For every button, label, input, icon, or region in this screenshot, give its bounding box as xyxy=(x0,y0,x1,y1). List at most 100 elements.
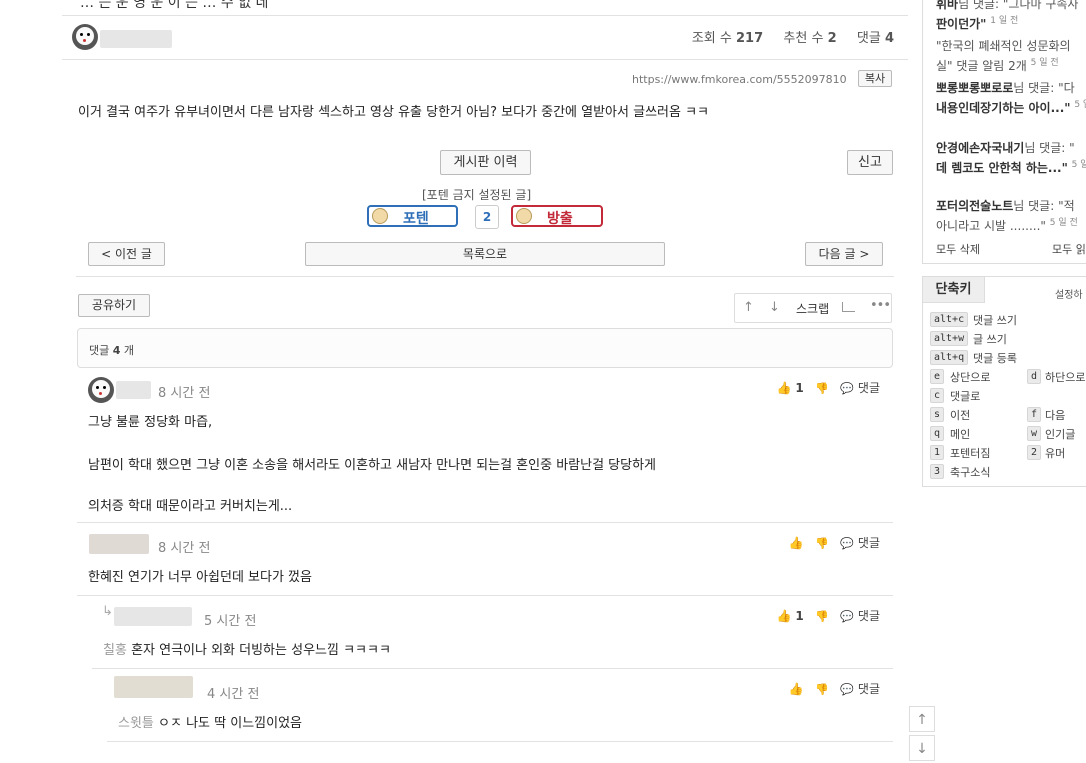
shortcut-label: 유머 xyxy=(1045,447,1066,460)
board-history-button[interactable]: 게시판 이력 xyxy=(440,150,531,175)
commenter-name-blurred[interactable] xyxy=(114,607,192,626)
mention[interactable]: 스윗틀 xyxy=(118,716,154,731)
shortcut-key: 2 xyxy=(1027,445,1042,460)
shortcut-label: 다음 xyxy=(1045,409,1066,422)
reply-arrow-icon: ↳ xyxy=(102,604,113,619)
author-name-blurred[interactable] xyxy=(100,30,172,48)
like-icon[interactable]: 👍 xyxy=(777,381,792,395)
dislike-icon[interactable]: 👎 xyxy=(815,382,829,395)
mention[interactable]: 칠홍 xyxy=(103,643,127,658)
notification-item[interactable]: "한국의 폐쇄적인 성문화의 실" 댓글 알림 2개 5 일 전 xyxy=(936,38,1071,75)
poten-vote-button[interactable]: 포텐 xyxy=(367,205,458,227)
shortcut-key: alt+w xyxy=(930,331,969,346)
comment-actions: 👍 1 👎 💬 댓글 xyxy=(777,607,880,624)
shortcut-label: 이전 xyxy=(950,409,971,422)
comment-text-line: 한혜진 연기가 너무 아쉽던데 보다가 껐음 xyxy=(88,570,312,585)
delete-all-button[interactable]: 모두 삭제 xyxy=(936,241,980,257)
share-button[interactable]: 공유하기 xyxy=(78,294,150,317)
shortcut-label: 댓글 쓰기 xyxy=(973,314,1017,327)
reply-button[interactable]: 댓글 xyxy=(858,682,880,696)
list-button[interactable]: 목록으로 xyxy=(305,242,665,266)
comment-text-line: 칠홍 혼자 연극이나 외화 더빙하는 성우느낌 ㅋㅋㅋㅋ xyxy=(103,639,391,658)
notification-text: 실" 댓글 알림 2개 xyxy=(936,59,1027,73)
views-label: 조회 수 xyxy=(691,31,732,46)
shortcut-key: alt+q xyxy=(930,350,969,365)
shortcut-key: w xyxy=(1027,426,1042,441)
reply-icon[interactable]: 💬 xyxy=(840,683,854,696)
vote-count: 2 xyxy=(475,205,499,229)
reply-button[interactable]: 댓글 xyxy=(858,536,880,550)
scrap-button[interactable]: 스크랩 xyxy=(796,300,829,317)
notification-text: "한국의 폐쇄적인 성문화의 xyxy=(936,39,1071,53)
report-button[interactable]: 신고 xyxy=(847,150,893,175)
arrow-up-icon[interactable]: ↑ xyxy=(743,300,754,315)
dislike-icon[interactable]: 👎 xyxy=(815,610,829,623)
reply-button[interactable]: 댓글 xyxy=(858,381,880,395)
chart-icon[interactable] xyxy=(842,302,855,312)
comment-text: ㅇㅈ 나도 딱 이느낌이었음 xyxy=(158,716,302,731)
commenter-avatar[interactable] xyxy=(88,377,114,403)
shortcut-key: e xyxy=(930,369,945,384)
recommend-count: 2 xyxy=(827,31,837,46)
comment-actions: 👍 👎 💬 댓글 xyxy=(789,534,880,551)
comment-count-box: 댓글 4 개 xyxy=(77,328,893,368)
like-icon[interactable]: 👍 xyxy=(789,682,804,696)
copy-url-button[interactable]: 복사 xyxy=(858,70,892,87)
comment-text-line: 남편이 학대 했으면 그냥 이혼 소송을 해서라도 이혼하고 새남자 만나면 되… xyxy=(88,458,657,473)
notification-item[interactable]: 휘바님 댓글: "그나마 구속사 판이던가" 1 일 전 xyxy=(936,0,1078,33)
reply-button[interactable]: 댓글 xyxy=(858,609,880,623)
reply-icon[interactable]: 💬 xyxy=(840,537,854,550)
notification-text: 님 댓글: "다 xyxy=(1013,81,1075,95)
commenter-name-blurred[interactable] xyxy=(116,381,151,399)
read-all-button[interactable]: 모두 읽 xyxy=(1052,241,1086,257)
commenter-name-blurred[interactable] xyxy=(114,676,193,698)
shortcut-key: q xyxy=(930,426,945,441)
notification-user: 안경에손자국내기 xyxy=(936,141,1025,155)
notification-item[interactable]: 포터의전술노트님 댓글: "적 아니라고 시발 ........" 5 일 전 xyxy=(936,198,1078,235)
prev-post-button[interactable]: < 이전 글 xyxy=(88,242,165,266)
shortcut-label: 메인 xyxy=(950,428,971,441)
shortcut-label: 상단으로 xyxy=(950,371,991,384)
shortcut-settings-link[interactable]: 설정하 xyxy=(1055,286,1083,301)
comment-actions: 👍 👎 💬 댓글 xyxy=(789,680,880,697)
post-body: 이거 결국 여주가 유부녀이면서 다른 남자랑 섹스하고 영상 유출 당한거 아… xyxy=(78,105,710,120)
like-icon[interactable]: 👍 xyxy=(789,536,804,550)
shortcut-panel: 단축키 설정하 alt+c 댓글 쓰기 alt+w 글 쓰기 alt+q 댓글 … xyxy=(922,276,1086,487)
shortcut-label: 하단으로 xyxy=(1045,371,1086,384)
arrow-down-icon[interactable]: ↓ xyxy=(769,300,780,315)
commenter-name-blurred[interactable] xyxy=(89,534,149,554)
more-icon[interactable]: ••• xyxy=(870,298,891,313)
bangchul-label: 방출 xyxy=(547,211,573,227)
like-icon[interactable]: 👍 xyxy=(777,609,792,623)
comment-item: 4 시간 전 👍 👎 💬 댓글 스윗틀 ㅇㅈ 나도 딱 이느낌이었음 xyxy=(107,669,893,741)
comment-time: 8 시간 전 xyxy=(158,386,211,401)
recommend-label: 추천 수 xyxy=(783,31,824,46)
notification-user: 포터의전술노트 xyxy=(936,199,1014,213)
shortcut-key: s xyxy=(930,407,945,422)
comment-time: 8 시간 전 xyxy=(158,541,211,556)
notification-user: 휘바 xyxy=(936,0,959,11)
comment-count-label: 댓글 xyxy=(89,344,110,357)
shortcut-title: 단축키 xyxy=(923,277,985,303)
dislike-icon[interactable]: 👎 xyxy=(815,537,829,550)
post-url[interactable]: https://www.fmkorea.com/5552097810 xyxy=(632,73,847,86)
bangchul-face-icon xyxy=(516,208,532,224)
next-post-button[interactable]: 다음 글 > xyxy=(805,242,883,266)
notification-item[interactable]: 뽀롱뽀롱뽀로로님 댓글: "다 내용인데장기하는 아이..." 5 일 전 xyxy=(936,80,1086,117)
bangchul-vote-button[interactable]: 방출 xyxy=(511,205,603,227)
comment-count-number: 4 xyxy=(112,344,121,357)
notification-time: 5 일 전 xyxy=(1049,218,1078,228)
dislike-icon[interactable]: 👎 xyxy=(815,683,829,696)
comment-text-line: 의처증 학대 때문이라고 커버치는게... xyxy=(88,499,293,514)
notification-time: 5 일 전 xyxy=(1030,58,1059,68)
comment-item: 8 시간 전 👍 👎 💬 댓글 한혜진 연기가 너무 아쉽던데 보다가 껐음 xyxy=(77,523,893,595)
post-area: … 는 운 영 운 이 는 … 수 없 네 조회 수 217 추천 수 2 댓글… xyxy=(62,0,908,763)
notification-time: 1 일 전 xyxy=(990,16,1019,26)
shortcut-label: 댓글 등록 xyxy=(973,352,1017,365)
reply-icon[interactable]: 💬 xyxy=(840,610,854,623)
notification-item[interactable]: 안경에손자국내기님 댓글: " 데 렘코도 안한척 하는..." 5 일 전 xyxy=(936,140,1086,177)
author-avatar[interactable] xyxy=(72,24,98,50)
reply-icon[interactable]: 💬 xyxy=(840,382,854,395)
shortcut-key: d xyxy=(1027,369,1042,384)
comment-item: 8 시간 전 👍 1 👎 💬 댓글 그냥 불륜 정당화 마즙, 남편이 학대 했… xyxy=(77,372,893,522)
